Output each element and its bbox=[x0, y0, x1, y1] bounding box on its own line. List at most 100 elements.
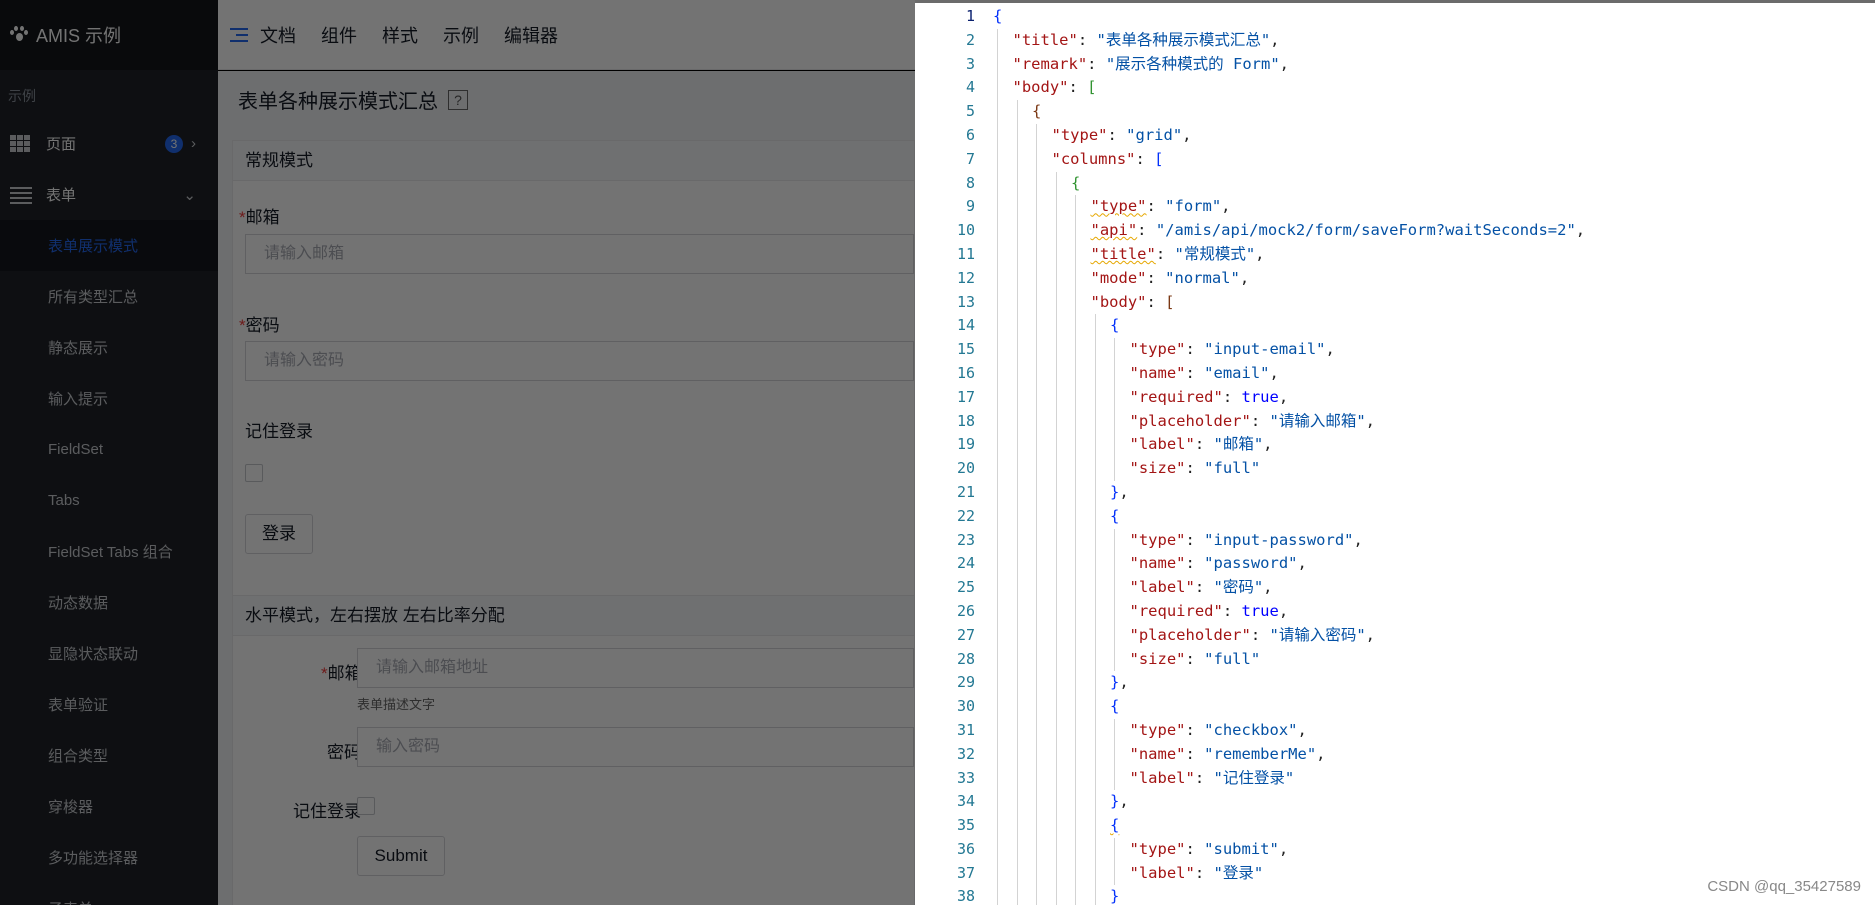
remember-checkbox[interactable] bbox=[245, 464, 263, 482]
indent-guide bbox=[1036, 861, 1037, 886]
indent-guide bbox=[1055, 766, 1057, 791]
json-code-editor[interactable]: 1 2 3 4 5 6 7 8 9 10 11 12 13 14 15 16 17 18 19 20 21 22 23 24 2… bbox=[915, 0, 1875, 905]
indent-guide bbox=[1075, 480, 1076, 505]
code-tokens: "name": "rememberMe", bbox=[993, 745, 1326, 763]
code-line: "type": "form", bbox=[993, 195, 1875, 220]
code-token: } bbox=[1110, 673, 1120, 692]
code-token: { bbox=[1110, 316, 1120, 335]
indent-guide bbox=[997, 576, 998, 600]
indent-guide bbox=[1036, 457, 1037, 481]
sidebar-subitem[interactable]: 表单验证 bbox=[0, 679, 218, 730]
code-token: , bbox=[1297, 720, 1307, 739]
indent-guide bbox=[1016, 790, 1018, 815]
password-field[interactable]: 输入密码 bbox=[357, 727, 914, 767]
indent-guide bbox=[1094, 528, 1096, 553]
sidebar-subitem[interactable]: 显隐状态联动 bbox=[0, 628, 218, 679]
submit-button[interactable]: Submit bbox=[357, 836, 445, 876]
code-area[interactable]: {"title": "表单各种展示模式汇总", "remark": "展示各种模式… bbox=[993, 5, 1875, 905]
code-token: "password" bbox=[1204, 554, 1298, 573]
code-tokens: { bbox=[993, 7, 1002, 25]
sidebar-subitem[interactable]: 动态数据 bbox=[0, 577, 218, 628]
sidebar-subitem[interactable]: 组合类型 bbox=[0, 730, 218, 781]
code-token: : bbox=[1146, 292, 1166, 311]
menu-toggle-icon[interactable] bbox=[230, 27, 248, 43]
indent-guide bbox=[1094, 885, 1096, 905]
indent-guide bbox=[1036, 338, 1037, 362]
code-line: "api": "/amis/api/mock2/form/saveForm?wa… bbox=[993, 219, 1875, 243]
line-number: 36 bbox=[956, 839, 975, 858]
code-tokens: "placeholder": "请输入邮箱", bbox=[993, 411, 1376, 430]
login-button[interactable]: 登录 bbox=[245, 514, 313, 554]
sidebar-subitem[interactable]: 输入提示 bbox=[0, 373, 218, 424]
code-token: "input-password" bbox=[1204, 530, 1354, 549]
code-tokens: "label": "登录" bbox=[993, 864, 1264, 882]
sidebar-subitem[interactable]: Tabs bbox=[0, 475, 218, 526]
code-tokens: "type": "checkbox", bbox=[993, 721, 1307, 739]
indent-guide bbox=[1036, 718, 1037, 743]
indent-guide bbox=[1036, 814, 1037, 838]
code-token: "form" bbox=[1165, 197, 1222, 216]
sidebar-item-page[interactable]: 页面 3 › bbox=[0, 118, 218, 169]
indent-guide bbox=[1016, 695, 1018, 719]
indent-guide bbox=[1036, 361, 1037, 386]
indent-guide bbox=[1055, 290, 1057, 315]
sidebar-subitem[interactable]: 所有类型汇总 bbox=[0, 271, 218, 322]
sidebar-subitem[interactable]: 子表单 bbox=[0, 883, 218, 905]
indent-guide bbox=[997, 790, 998, 815]
code-token: , bbox=[1263, 578, 1273, 597]
topnav-docs[interactable]: 文档 bbox=[260, 22, 296, 48]
topnav-examples[interactable]: 示例 bbox=[443, 22, 479, 48]
indent-guide bbox=[997, 552, 998, 577]
sidebar-subitem[interactable]: 穿梭器 bbox=[0, 781, 218, 832]
indent-guide bbox=[1055, 861, 1057, 886]
panel-normal-mode: 常规模式 *邮箱 请输入邮箱 *密码 请输入密码 记住登录 登录 bbox=[232, 140, 915, 620]
indent-guide bbox=[1075, 433, 1076, 458]
email-field[interactable]: 请输入邮箱 bbox=[245, 234, 914, 274]
code-tokens: "label": "密码", bbox=[993, 578, 1273, 596]
topnav-editor[interactable]: 编辑器 bbox=[504, 22, 558, 48]
indent-guide bbox=[1036, 147, 1037, 172]
code-token: "title" bbox=[1090, 244, 1156, 263]
indent-guide bbox=[1075, 790, 1076, 815]
code-token: , bbox=[1297, 554, 1307, 573]
indent-guide bbox=[1016, 623, 1018, 648]
sidebar-subitem[interactable]: FieldSet Tabs 组合 bbox=[0, 526, 218, 577]
topnav-styles[interactable]: 样式 bbox=[382, 22, 418, 48]
code-line: "placeholder": "请输入邮箱", bbox=[993, 409, 1875, 434]
code-token: : bbox=[1250, 411, 1270, 430]
code-token: "label" bbox=[1129, 435, 1195, 454]
sidebar-subitem[interactable]: 静态展示 bbox=[0, 322, 218, 373]
sidebar-item-form[interactable]: 表单 ⌄ bbox=[0, 169, 218, 220]
sidebar-subitem[interactable]: 多功能选择器 bbox=[0, 832, 218, 883]
brand[interactable]: AMIS 示例 bbox=[0, 0, 218, 70]
indent-guide bbox=[1016, 742, 1018, 767]
indent-guide bbox=[997, 814, 998, 838]
indent-guide bbox=[1055, 576, 1057, 600]
indent-guide bbox=[1036, 552, 1037, 577]
remember-checkbox[interactable] bbox=[357, 797, 375, 815]
help-icon[interactable]: ? bbox=[448, 89, 468, 110]
indent-guide bbox=[1036, 647, 1037, 672]
code-token: "表单各种展示模式汇总" bbox=[1096, 30, 1271, 49]
email-field[interactable]: 请输入邮箱地址 bbox=[357, 648, 914, 688]
sidebar-subitem[interactable]: FieldSet bbox=[0, 424, 218, 475]
code-line: "title": "常规模式", bbox=[993, 242, 1875, 267]
indent-guide bbox=[1075, 623, 1076, 648]
line-number: 27 bbox=[956, 625, 975, 644]
topnav-components[interactable]: 组件 bbox=[321, 22, 357, 48]
indent-guide bbox=[1114, 742, 1115, 767]
code-line: "type": "input-email", bbox=[993, 338, 1875, 362]
email-description: 表单描述文字 bbox=[357, 697, 436, 712]
code-token: : bbox=[1185, 744, 1205, 763]
code-line: "type": "input-password", bbox=[993, 528, 1875, 553]
code-token: : bbox=[1185, 340, 1205, 359]
code-tokens: "mode": "normal", bbox=[993, 269, 1250, 287]
chevron-right-icon: › bbox=[191, 135, 196, 152]
indent-guide bbox=[1114, 623, 1115, 648]
code-token: , bbox=[1278, 387, 1289, 406]
sidebar-subitem[interactable]: 表单展示模式 bbox=[0, 220, 218, 271]
code-tokens: "required": true, bbox=[993, 602, 1289, 620]
indent-guide bbox=[1075, 195, 1076, 220]
password-field[interactable]: 请输入密码 bbox=[245, 341, 914, 381]
indent-guide bbox=[1016, 147, 1018, 172]
